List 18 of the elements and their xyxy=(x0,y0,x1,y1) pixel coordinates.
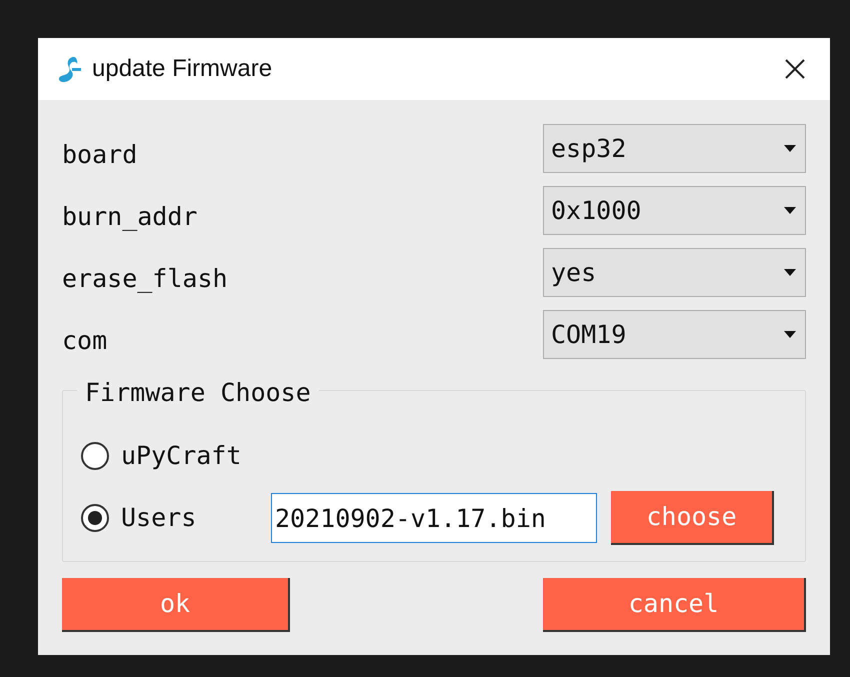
close-icon[interactable] xyxy=(784,58,806,80)
setting-label: board xyxy=(62,139,138,172)
file-path-field[interactable]: 20210902-v1.17.bin xyxy=(271,493,597,543)
dropdown-arrow-icon xyxy=(784,269,796,276)
app-logo-icon xyxy=(56,54,82,84)
radio-option[interactable]: Users xyxy=(81,499,271,537)
setting-label: com xyxy=(62,325,108,358)
setting-label: erase_flash xyxy=(62,263,228,296)
setting-label: burn_addr xyxy=(62,201,198,234)
dropdown[interactable]: yes xyxy=(543,248,806,297)
dropdown[interactable]: 0x1000 xyxy=(543,186,806,235)
dropdown-arrow-icon xyxy=(784,145,796,152)
radio-option[interactable]: uPyCraft xyxy=(81,437,271,475)
dropdown-arrow-icon xyxy=(784,331,796,338)
dropdown[interactable]: COM19 xyxy=(543,310,806,359)
dropdown-arrow-icon xyxy=(784,207,796,214)
window-title: update Firmware xyxy=(92,54,272,84)
dropdown[interactable]: esp32 xyxy=(543,124,806,173)
